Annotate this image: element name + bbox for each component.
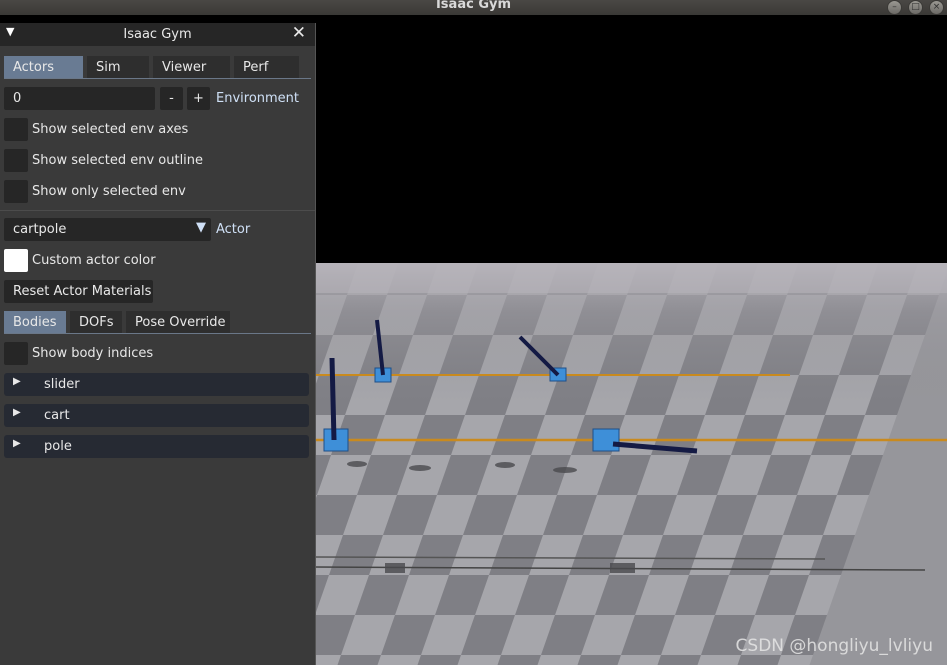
- tab-perf[interactable]: Perf: [234, 56, 299, 78]
- body-node-slider[interactable]: ▶ slider: [4, 373, 309, 396]
- window-title: Isaac Gym: [435, 0, 512, 12]
- close-window-icon[interactable]: ×: [929, 0, 944, 15]
- body-label: cart: [44, 408, 70, 423]
- watermark: CSDN @hongliyu_lvliyu: [735, 636, 933, 656]
- show-env-outline-checkbox[interactable]: [4, 149, 28, 172]
- window-titlebar: Isaac Gym – □ ×: [0, 0, 947, 15]
- expand-arrow-icon[interactable]: ▶: [13, 407, 21, 418]
- actor-select[interactable]: cartpole ▼: [4, 218, 211, 241]
- custom-actor-color-label: Custom actor color: [32, 253, 156, 268]
- show-body-indices-label: Show body indices: [32, 346, 154, 361]
- environment-increment-button[interactable]: +: [187, 87, 210, 110]
- show-env-axes-checkbox[interactable]: [4, 118, 28, 141]
- expand-arrow-icon[interactable]: ▶: [13, 438, 21, 449]
- tab-separator: [4, 78, 311, 79]
- actor-select-value: cartpole: [13, 222, 67, 237]
- tab-actors[interactable]: Actors: [4, 56, 83, 78]
- tab-dofs[interactable]: DOFs: [70, 311, 122, 333]
- show-body-indices-checkbox[interactable]: [4, 342, 28, 365]
- tab-bodies[interactable]: Bodies: [4, 311, 66, 333]
- tab-viewer[interactable]: Viewer: [153, 56, 230, 78]
- custom-actor-color-swatch[interactable]: [4, 249, 28, 272]
- body-node-pole[interactable]: ▶ pole: [4, 435, 309, 458]
- show-env-outline-label: Show selected env outline: [32, 153, 204, 168]
- body-node-cart[interactable]: ▶ cart: [4, 404, 309, 427]
- chevron-down-icon[interactable]: ▼: [196, 220, 206, 235]
- tab-sim[interactable]: Sim: [87, 56, 149, 78]
- close-icon[interactable]: ✕: [292, 23, 306, 43]
- panel-title: Isaac Gym: [123, 27, 192, 42]
- actor-label: Actor: [216, 222, 251, 237]
- show-env-axes-label: Show selected env axes: [32, 122, 189, 137]
- subtab-separator: [4, 333, 311, 334]
- simulation-viewport[interactable]: [315, 15, 947, 665]
- expand-arrow-icon[interactable]: ▶: [13, 376, 21, 387]
- panel-header: ▼ Isaac Gym ✕: [0, 23, 315, 46]
- reset-actor-materials-button[interactable]: Reset Actor Materials: [4, 280, 153, 303]
- minimize-icon[interactable]: –: [887, 0, 902, 15]
- maximize-icon[interactable]: □: [908, 0, 923, 15]
- environment-decrement-button[interactable]: -: [160, 87, 183, 110]
- environment-label: Environment: [216, 91, 300, 106]
- show-only-selected-env-checkbox[interactable]: [4, 180, 28, 203]
- show-only-selected-env-label: Show only selected env: [32, 184, 186, 199]
- environment-index-input[interactable]: 0: [4, 87, 155, 110]
- checker-ground: [315, 263, 947, 665]
- body-label: pole: [44, 439, 72, 454]
- divider: [0, 210, 315, 211]
- isaac-gym-panel: ▼ Isaac Gym ✕ Actors Sim Viewer Perf 0 -…: [0, 23, 316, 665]
- tab-pose-override[interactable]: Pose Override: [126, 311, 230, 333]
- body-label: slider: [44, 377, 80, 392]
